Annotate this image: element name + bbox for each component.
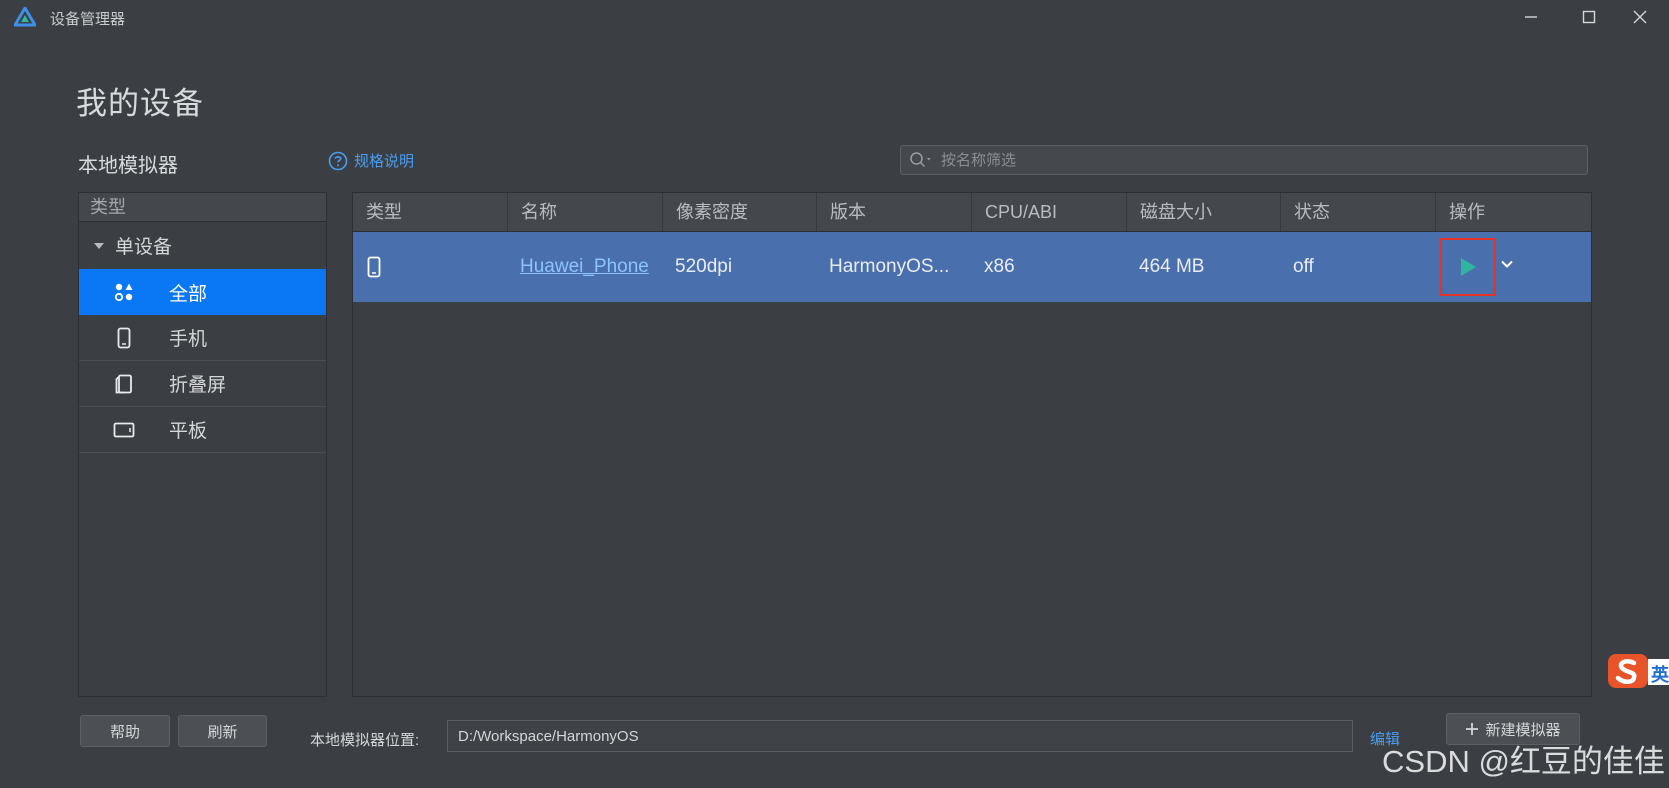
location-field[interactable]	[447, 720, 1353, 752]
all-categories-icon	[79, 282, 169, 302]
location-label: 本地模拟器位置:	[310, 732, 420, 749]
group-label: 单设备	[115, 237, 173, 258]
maximize-icon	[1582, 10, 1596, 24]
close-button[interactable]	[1611, 0, 1669, 34]
column-header-actions: 操作	[1449, 202, 1485, 222]
window-title: 设备管理器	[50, 11, 126, 28]
ime-mode-label: 英	[1651, 665, 1669, 685]
table-header: 类型 名称 像素密度 版本 CPU/ABI 磁盘大小 状态 操作	[353, 193, 1591, 232]
column-header-name[interactable]: 名称	[508, 193, 663, 231]
sidebar-item-label: 折叠屏	[169, 375, 227, 396]
sidebar-item-foldable[interactable]: 折叠屏	[79, 361, 326, 407]
device-cpu-abi: x86	[984, 256, 1015, 277]
title-bar: 设备管理器	[0, 0, 1669, 34]
column-header-disk-size[interactable]: 磁盘大小	[1127, 193, 1281, 231]
phone-icon	[79, 327, 169, 349]
minimize-button[interactable]	[1502, 0, 1560, 34]
single-device-group[interactable]: 单设备	[79, 222, 326, 269]
sidebar-item-phone[interactable]: 手机	[79, 315, 326, 361]
foldable-icon	[79, 374, 169, 394]
sidebar-item-label: 手机	[169, 329, 208, 350]
device-name-link[interactable]: Huawei_Phone	[508, 232, 663, 302]
section-title: 本地模拟器	[78, 155, 178, 177]
chevron-down-icon	[1501, 260, 1513, 268]
spec-link-label: 规格说明	[354, 153, 415, 170]
plus-icon	[1466, 723, 1479, 735]
refresh-button[interactable]: 刷新	[178, 715, 267, 747]
sidebar-item-label: 全部	[169, 283, 208, 305]
more-actions-button[interactable]	[1500, 257, 1514, 276]
search-icon	[910, 152, 931, 168]
app-logo-icon	[14, 7, 36, 27]
maximize-button[interactable]	[1560, 0, 1618, 34]
sidebar-item-label: 平板	[169, 421, 208, 442]
ime-indicator[interactable]: 英	[1608, 653, 1669, 689]
row-type-cell	[353, 232, 508, 302]
device-disk-size: 464 MB	[1139, 256, 1205, 277]
run-icon	[1461, 258, 1476, 276]
help-button[interactable]: 帮助	[80, 715, 170, 747]
sidebar-item-tablet[interactable]: 平板	[79, 407, 326, 453]
device-type-panel: 类型 单设备 全部 手机 折叠屏 平板	[78, 192, 327, 697]
device-density: 520dpi	[675, 256, 733, 277]
column-header-status[interactable]: 状态	[1281, 193, 1436, 231]
column-header-cpu-abi[interactable]: CPU/ABI	[972, 193, 1127, 231]
run-button[interactable]	[1440, 238, 1496, 296]
minimize-icon	[1525, 16, 1537, 18]
search-box[interactable]	[900, 145, 1588, 175]
help-circle-icon	[328, 151, 348, 170]
table-row[interactable]: Huawei_Phone 520dpi HarmonyOS... x86 464…	[353, 232, 1591, 302]
spec-link[interactable]: 规格说明	[328, 150, 414, 171]
search-input[interactable]	[939, 150, 1563, 170]
column-header-version[interactable]: 版本	[817, 193, 972, 231]
close-icon	[1633, 10, 1647, 24]
phone-icon	[367, 256, 381, 278]
device-version: HarmonyOS...	[829, 256, 950, 277]
caret-down-icon	[94, 242, 104, 249]
column-header-type[interactable]: 类型	[353, 193, 508, 231]
page-title: 我的设备	[76, 86, 204, 121]
row-actions	[1436, 232, 1591, 302]
sidebar-item-all[interactable]: 全部	[79, 269, 326, 315]
device-name[interactable]: Huawei_Phone	[520, 256, 649, 277]
column-header-density[interactable]: 像素密度	[663, 193, 817, 231]
type-panel-header: 类型	[79, 193, 326, 222]
watermark: CSDN @红豆的佳佳	[1382, 744, 1665, 779]
device-status: off	[1293, 256, 1314, 277]
location-input[interactable]	[456, 726, 1340, 746]
device-table: 类型 名称 像素密度 版本 CPU/ABI 磁盘大小 状态 操作 Huawei_…	[352, 192, 1592, 697]
tablet-icon	[79, 422, 169, 438]
